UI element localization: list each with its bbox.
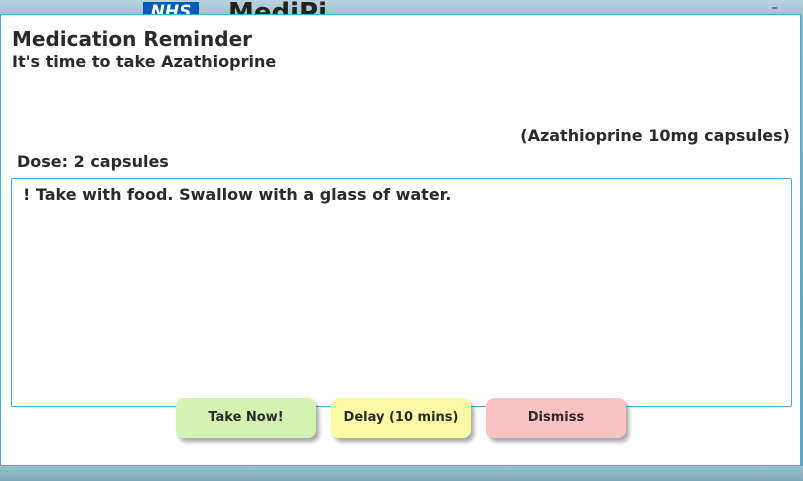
dialog-title: Medication Reminder [12, 27, 252, 51]
instructions-text: ! Take with food. Swallow with a glass o… [23, 185, 452, 204]
medication-description: (Azathioprine 10mg capsules) [520, 126, 790, 145]
dialog-subtitle: It's time to take Azathioprine [12, 52, 277, 71]
dose-label: Dose: 2 capsules [17, 152, 169, 171]
background-window-footer [0, 466, 803, 481]
instructions-box: ! Take with food. Swallow with a glass o… [11, 178, 792, 407]
delay-button[interactable]: Delay (10 mins) [331, 398, 471, 438]
dismiss-button[interactable]: Dismiss [486, 398, 626, 438]
take-now-button[interactable]: Take Now! [176, 398, 316, 438]
